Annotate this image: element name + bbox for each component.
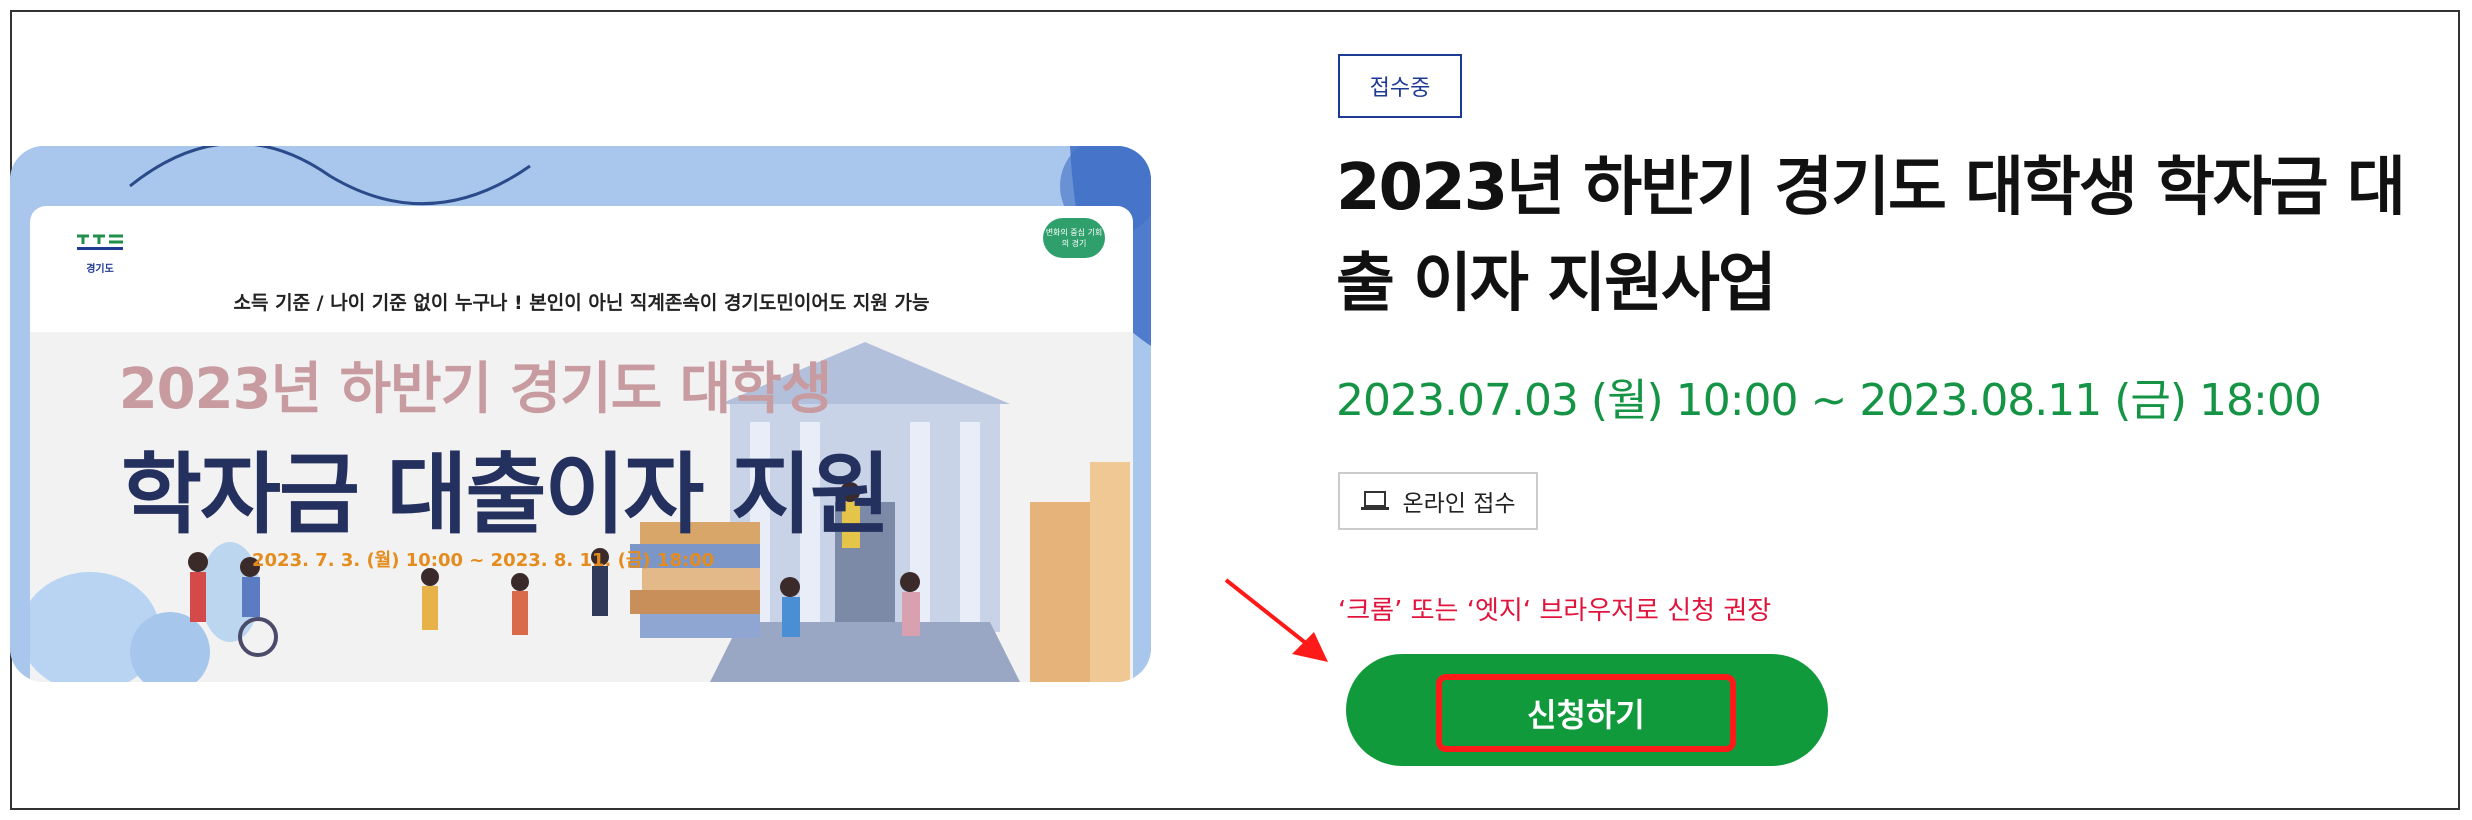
banner-subtitle: 소득 기준 / 나이 기준 없이 누구나 ! 본인이 아닌 직계존속이 경기도민…: [233, 292, 930, 314]
banner-title-line1: 2023년 하반기 경기도 대학생: [118, 357, 833, 422]
laptop-icon: [1361, 491, 1390, 510]
event-banner-image: 경기도 변화의 중심 기회의 경기 소득 기준 / 나이 기준 없이 누구나 !…: [10, 146, 1151, 682]
apply-button-label[interactable]: 신청하기: [1436, 674, 1736, 752]
online-application-label: 온라인 접수: [1402, 491, 1516, 517]
apply-button[interactable]: 신청하기: [1346, 654, 1828, 766]
browser-notice: ‘크롬’ 또는 ‘엣지‘ 브라우저로 신청 권장: [1338, 596, 1772, 626]
banner-card: 경기도 변화의 중심 기회의 경기 소득 기준 / 나이 기준 없이 누구나 !…: [30, 206, 1133, 682]
gyeonggi-logo-icon: [77, 234, 123, 250]
slogan-badge: 변화의 중심 기회의 경기: [1043, 218, 1105, 258]
page-title: 2023년 하반기 경기도 대학생 학자금 대출 이자 지원사업: [1336, 151, 2406, 321]
red-arrow-icon: [1224, 578, 1328, 662]
gyeonggi-logo: 경기도: [70, 232, 130, 275]
banner-title-line2: 학자금 대출이자 지원: [121, 443, 891, 546]
status-badge: 접수중: [1338, 54, 1462, 118]
online-application-chip: 온라인 접수: [1338, 472, 1538, 530]
banner-date: 2023. 7. 3. (월) 10:00 ~ 2023. 8. 11. (금)…: [252, 550, 715, 571]
application-period: 2023.07.03 (월) 10:00 ~ 2023.08.11 (금) 18…: [1336, 375, 2322, 426]
logo-text: 경기도: [86, 264, 114, 275]
